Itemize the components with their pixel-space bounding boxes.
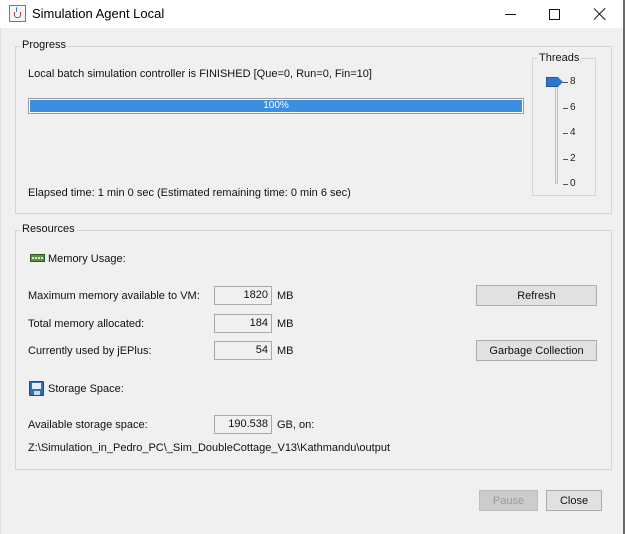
total-memory-unit: MB — [277, 318, 294, 330]
close-window-button[interactable] — [577, 0, 623, 28]
floppy-disk-icon — [29, 381, 44, 396]
progress-percent-label: 100% — [263, 100, 289, 111]
threads-tick-label: 6 — [570, 101, 576, 113]
storage-path: Z:\Simulation_in_Pedro_PC\_Sim_DoubleCot… — [28, 442, 391, 454]
java-cup-icon — [9, 5, 26, 22]
storage-label: Available storage space: — [28, 419, 148, 431]
threads-panel: Threads 8 6 4 2 0 — [532, 52, 596, 196]
memory-chip-icon — [30, 254, 45, 262]
minimize-icon — [504, 13, 516, 15]
threads-tick — [563, 107, 568, 109]
total-memory-label: Total memory allocated: — [28, 318, 145, 330]
threads-tick — [563, 133, 568, 134]
minimize-button[interactable] — [487, 0, 533, 28]
threads-tick-label: 2 — [570, 152, 576, 164]
maximize-icon — [548, 8, 560, 20]
close-button[interactable]: Close — [546, 490, 602, 511]
threads-slider-thumb[interactable] — [546, 77, 563, 87]
total-memory-field: 184 — [214, 314, 272, 333]
resources-group-title: Resources — [20, 223, 77, 235]
max-memory-label: Maximum memory available to VM: — [28, 290, 200, 302]
threads-tick-label: 8 — [570, 76, 576, 87]
threads-tick-label: 4 — [570, 127, 576, 138]
progress-group-title: Progress — [20, 39, 69, 51]
used-memory-field: 54 — [214, 341, 272, 360]
used-memory-label: Currently used by jEPlus: — [28, 345, 152, 357]
close-icon — [593, 7, 607, 21]
title-bar[interactable]: Simulation Agent Local — [0, 0, 623, 28]
storage-unit: GB, on: — [277, 419, 315, 431]
used-memory-unit: MB — [277, 345, 294, 357]
storage-space-heading: Storage Space: — [48, 383, 124, 395]
elapsed-time-text: Elapsed time: 1 min 0 sec (Estimated rem… — [28, 187, 351, 199]
progress-bar: 100% — [28, 98, 524, 114]
window-title: Simulation Agent Local — [32, 6, 165, 21]
max-memory-unit: MB — [277, 290, 294, 302]
threads-slider-track[interactable] — [555, 78, 558, 184]
threads-tick — [563, 158, 568, 160]
threads-tick — [563, 184, 568, 185]
threads-title: Threads — [537, 52, 582, 64]
max-memory-field: 1820 — [214, 286, 272, 305]
refresh-button[interactable]: Refresh — [476, 285, 597, 306]
simulation-agent-window: Simulation Agent Local Progress Local ba… — [0, 0, 625, 534]
garbage-collection-button[interactable]: Garbage Collection — [476, 340, 597, 361]
window-content: Progress Local batch simulation controll… — [0, 28, 623, 534]
threads-tick-label: 0 — [570, 178, 576, 189]
storage-field: 190.538 — [214, 415, 272, 434]
status-text: Local batch simulation controller is FIN… — [28, 68, 372, 80]
pause-button[interactable]: Pause — [479, 490, 538, 511]
threads-tick — [563, 82, 568, 83]
memory-usage-heading: Memory Usage: — [48, 253, 126, 265]
maximize-button[interactable] — [531, 0, 577, 28]
